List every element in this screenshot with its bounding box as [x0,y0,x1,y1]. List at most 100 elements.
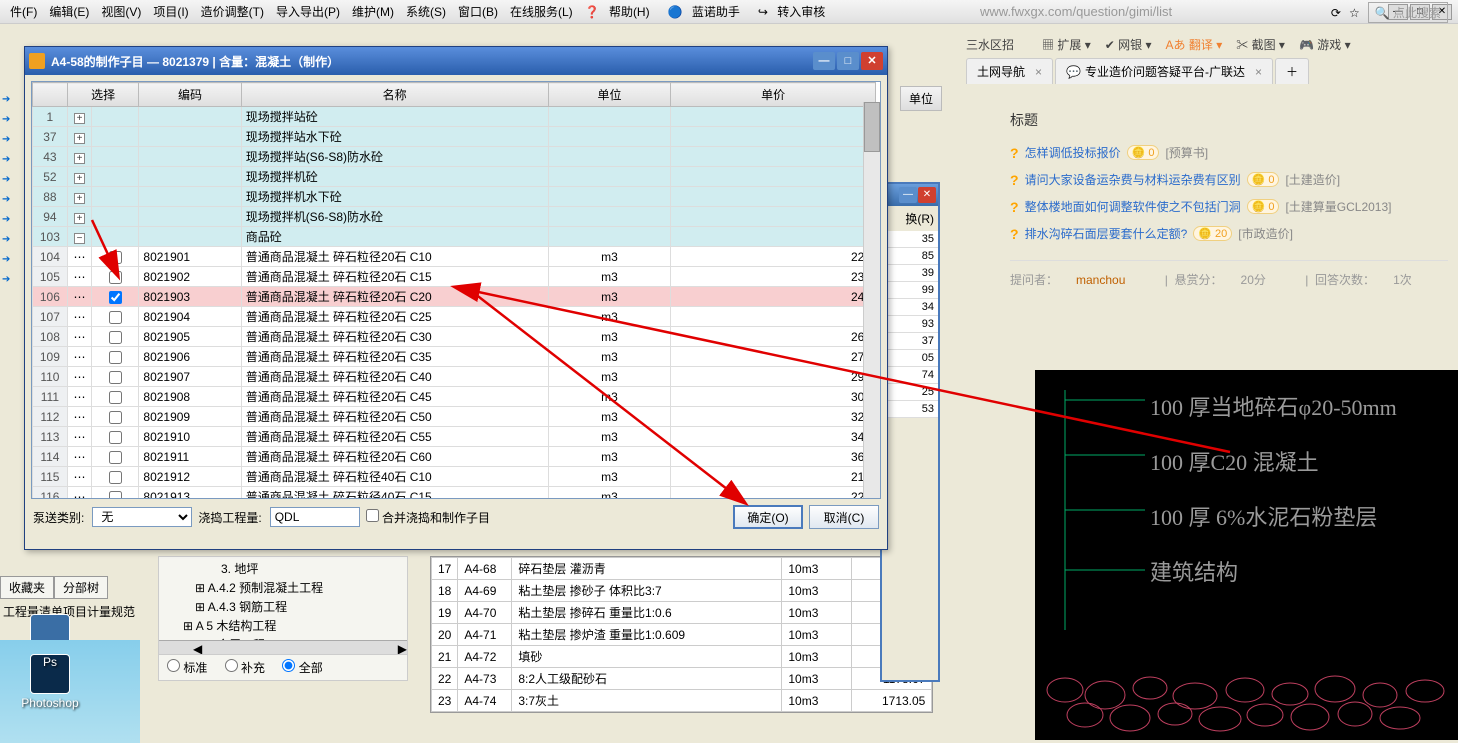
translate-button[interactable]: Aあ 翻译 ▾ [1166,36,1223,53]
qa-item[interactable]: ?请问大家设备运杂费与材料运杂费有区别 🪙 0 [土建造价] [1010,171,1448,188]
item-row[interactable]: 109⋯8021906普通商品混凝土 碎石粒径20石 C35m3275 [33,347,876,367]
table-row[interactable]: 21A4-72填砂10m3901.66 [432,646,932,668]
item-row[interactable]: 104⋯8021901普通商品混凝土 碎石粒径20石 C10m3220 [33,247,876,267]
category-tree[interactable]: 3. 地坪 ⊞ A.4.2 预制混凝土工程 ⊞ A.4.3 钢筋工程 ⊞ A 5… [158,556,408,657]
menu-audit[interactable]: ↪ 转入审核 [752,1,837,22]
menu-import[interactable]: 导入导出(P) [270,1,346,22]
bank-button[interactable]: ✔ 网银 ▾ [1105,36,1152,53]
radio-all[interactable]: 全部 [282,661,322,675]
arrow-icon[interactable]: ➔ [2,134,18,150]
table-row[interactable]: 23A4-743:7灰土10m31713.05 [432,690,932,712]
browser-search-box[interactable]: 🔍 点此搜索 [1368,2,1448,23]
tab-division-tree[interactable]: 分部树 [54,576,108,599]
maximize-button[interactable]: □ [837,52,859,70]
qa-item[interactable]: ?怎样调低投标报价 🪙 0 [预算书] [1010,144,1448,161]
table-row[interactable]: 17A4-68碎石垫层 灌沥青10m33877.89 [432,558,932,580]
expand-icon[interactable]: + [74,153,85,164]
snap-button[interactable]: ✂ 截图 ▾ [1236,36,1285,53]
address-bar[interactable]: www.fwxgx.com/question/gimi/list [980,4,1172,19]
expand-icon[interactable]: + [74,133,85,144]
radio-standard[interactable]: 标准 [167,661,207,675]
qa-link[interactable]: 排水沟碎石面层要套什么定额? [1025,225,1188,242]
col-price[interactable]: 单价 [671,83,876,107]
expand-icon[interactable]: + [74,113,85,124]
close-button[interactable]: ✕ [861,52,883,70]
desktop-ps-icon[interactable]: Ps Photoshop [20,654,80,710]
col-code[interactable]: 编码 [139,83,241,107]
item-row[interactable]: 111⋯8021908普通商品混凝土 碎石粒径20石 C45m3305 [33,387,876,407]
minimize-button[interactable]: — [899,187,917,203]
expand-icon[interactable]: + [74,173,85,184]
col-select[interactable]: 选择 [67,83,139,107]
qty-input[interactable] [270,507,360,527]
menu-help[interactable]: ❓ 帮助(H) [579,1,662,22]
minimize-button[interactable]: — [813,52,835,70]
menu-maintain[interactable]: 维护(M) [346,1,400,22]
dialog-titlebar[interactable]: A4-58的制作子目 — 8021379 | 含量：混凝土（制作） — □ ✕ [25,47,887,75]
row-checkbox[interactable] [109,451,122,464]
menu-window[interactable]: 窗口(B) [452,1,504,22]
table-row[interactable]: 20A4-71粘土垫层 掺炉渣 重量比1:0.60910m31268.57 [432,624,932,646]
arrow-icon[interactable]: ➔ [2,274,18,290]
row-checkbox[interactable] [109,351,122,364]
group-row[interactable]: 1+现场搅拌站砼 [33,107,876,127]
row-checkbox[interactable] [109,411,122,424]
arrow-icon[interactable]: ➔ [2,154,18,170]
pump-select[interactable]: 无 [92,507,192,527]
expand-icon[interactable]: + [74,193,85,204]
ext-button[interactable]: ▦ 扩展 ▾ [1042,36,1091,53]
grid-scrollbar[interactable] [863,102,880,498]
tree-item[interactable]: ⊞ A.4.2 预制混凝土工程 [161,578,405,597]
group-row[interactable]: 43+现场搅拌站(S6-S8)防水砼 [33,147,876,167]
cancel-button[interactable]: 取消(C) [809,505,879,529]
group-row[interactable]: 88+现场搅拌机水下砼 [33,187,876,207]
menu-system[interactable]: 系统(S) [400,1,452,22]
qa-link[interactable]: 整体楼地面如何调整软件使之不包括门洞 [1025,198,1241,215]
row-checkbox[interactable] [109,291,122,304]
item-row[interactable]: 115⋯8021912普通商品混凝土 碎石粒径40石 C10m3215 [33,467,876,487]
tab-new[interactable]: ＋ [1275,58,1309,84]
tab-nav[interactable]: 土网导航× [966,58,1053,84]
tree-item[interactable]: ⊞ A.4.3 钢筋工程 [161,597,405,616]
row-checkbox[interactable] [109,251,122,264]
menu-online[interactable]: 在线服务(L) [504,1,579,22]
reload-icon[interactable]: ⟳ [1331,6,1341,20]
tab-qa[interactable]: 💬 专业造价问题答疑平台-广联达× [1055,58,1273,84]
row-checkbox[interactable] [109,271,122,284]
row-checkbox[interactable] [109,391,122,404]
arrow-icon[interactable]: ➔ [2,254,18,270]
game-button[interactable]: 🎮 游戏 ▾ [1299,36,1351,53]
arrow-icon[interactable]: ➔ [2,94,18,110]
radio-supplement[interactable]: 补充 [225,661,265,675]
qa-item[interactable]: ?整体楼地面如何调整软件使之不包括门洞 🪙 0 [土建算量GCL2013] [1010,198,1448,215]
arrow-icon[interactable]: ➔ [2,234,18,250]
item-row[interactable]: 113⋯8021910普通商品混凝土 碎石粒径20石 C55m3340 [33,427,876,447]
arrow-icon[interactable]: ➔ [2,214,18,230]
item-row[interactable]: 105⋯8021902普通商品混凝土 碎石粒径20石 C15m3230 [33,267,876,287]
menu-edit[interactable]: 编辑(E) [43,1,95,22]
left-tab-fragment[interactable]: 三水区招 [966,36,1014,53]
star-icon[interactable]: ☆ [1349,6,1360,20]
item-row[interactable]: 107⋯8021904普通商品混凝土 碎石粒径20石 C25m3 [33,307,876,327]
qa-item[interactable]: ?排水沟碎石面层要套什么定额? 🪙 20 [市政造价] [1010,225,1448,242]
arrow-icon[interactable]: ➔ [2,174,18,190]
item-row[interactable]: 106⋯8021903普通商品混凝土 碎石粒径20石 C20m3240 [33,287,876,307]
qa-link[interactable]: 怎样调低投标报价 [1025,144,1121,161]
close-icon[interactable]: × [1035,65,1042,79]
main-menubar[interactable]: 件(F) 编辑(E) 视图(V) 项目(I) 造价调整(T) 导入导出(P) 维… [0,0,1458,24]
table-row[interactable]: 18A4-69粘土垫层 掺砂子 体积比3:710m31075.13 [432,580,932,602]
collapse-icon[interactable]: − [74,233,85,244]
row-checkbox[interactable] [109,471,122,484]
replace-button[interactable]: 换(R) [882,206,938,231]
item-row[interactable]: 112⋯8021909普通商品混凝土 碎石粒径20石 C50m3320 [33,407,876,427]
col-name[interactable]: 名称 [241,83,548,107]
group-row-open[interactable]: 103−商品砼 [33,227,876,247]
tree-item[interactable]: 3. 地坪 [161,559,405,578]
menu-project[interactable]: 项目(I) [147,1,194,22]
qa-link[interactable]: 请问大家设备运杂费与材料运杂费有区别 [1025,171,1241,188]
ok-button[interactable]: 确定(O) [733,505,803,529]
table-row[interactable]: 22A4-738:2人工级配砂石10m31178.67 [432,668,932,690]
background-item-table[interactable]: 17A4-68碎石垫层 灌沥青10m33877.8918A4-69粘土垫层 掺砂… [430,556,933,713]
menu-file[interactable]: 件(F) [4,1,43,22]
item-row[interactable]: 116⋯8021913普通商品混凝土 碎石粒径40石 C15m3225 [33,487,876,500]
